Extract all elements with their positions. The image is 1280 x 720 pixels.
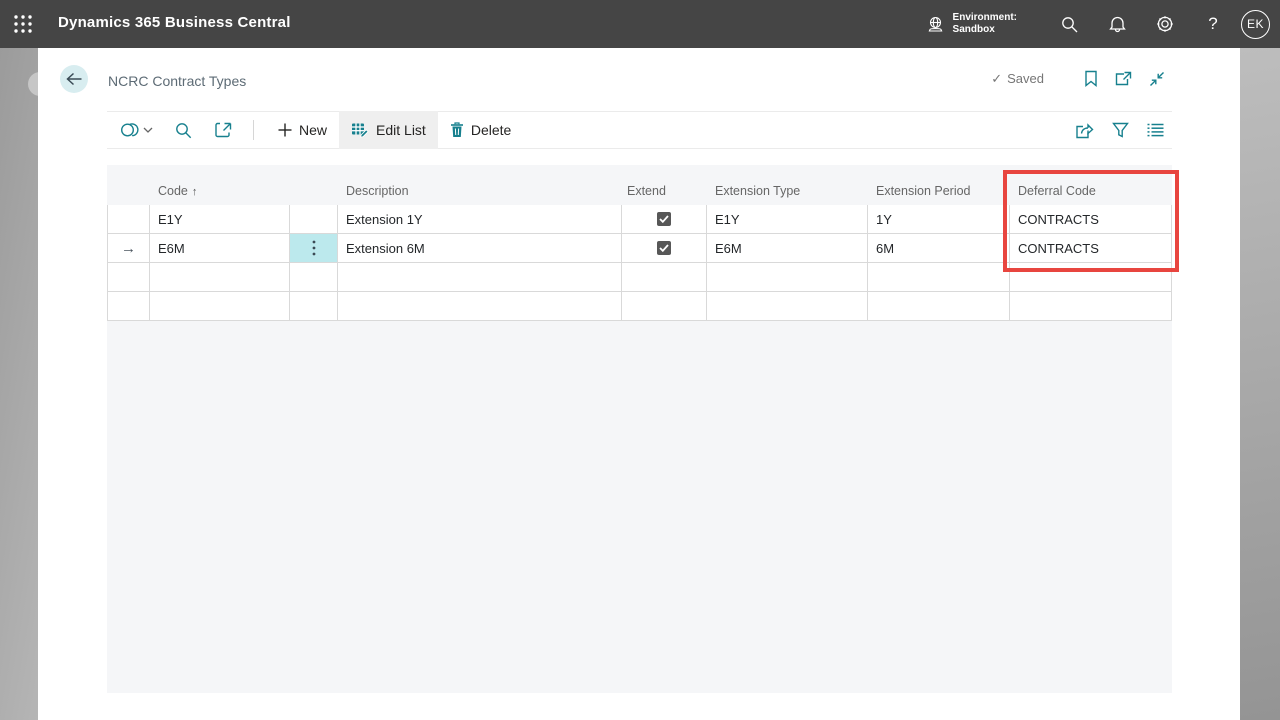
settings-gear-icon[interactable]: [1141, 0, 1189, 48]
edit-list-button-label: Edit List: [376, 122, 426, 138]
code-cell[interactable]: [150, 292, 290, 321]
notifications-bell-icon[interactable]: [1093, 0, 1141, 48]
views-icon: [120, 121, 140, 139]
extension-period-cell[interactable]: [868, 292, 1010, 321]
description-cell[interactable]: [338, 292, 622, 321]
header-extension-type[interactable]: Extension Type: [707, 184, 868, 205]
dimmed-background-left: [0, 48, 38, 720]
row-select-cell[interactable]: →: [107, 234, 150, 263]
new-button-label: New: [299, 122, 328, 138]
help-icon[interactable]: ?: [1189, 0, 1237, 48]
delete-button-label: Delete: [470, 122, 512, 138]
sort-ascending-icon: ↑: [191, 186, 198, 198]
description-cell[interactable]: Extension 6M: [338, 234, 622, 263]
list-panel: Code ↑ Description Extend Extension Type…: [107, 165, 1172, 693]
row-menu-cell[interactable]: [290, 263, 338, 292]
row-select-cell[interactable]: [107, 205, 150, 234]
open-in-new-window-icon[interactable]: [1115, 71, 1132, 86]
environment-name: Sandbox: [952, 24, 995, 35]
app-title: Dynamics 365 Business Central: [58, 14, 291, 31]
extension-period-cell[interactable]: 1Y: [868, 205, 1010, 234]
row-menu-dots-icon: [312, 240, 316, 256]
row-select-cell[interactable]: [107, 292, 150, 321]
save-status: ✓ Saved: [991, 71, 1044, 87]
description-cell[interactable]: [338, 263, 622, 292]
topbar-right-cluster: Environment: Sandbox ? EK: [926, 0, 1280, 48]
collapse-page-icon[interactable]: [1149, 71, 1165, 87]
row-select-cell[interactable]: [107, 263, 150, 292]
dimmed-background-right: [1240, 48, 1280, 720]
header-code[interactable]: Code ↑: [150, 184, 290, 205]
plus-icon: [278, 123, 292, 137]
checkbox-checked-icon[interactable]: [657, 212, 671, 226]
extend-cell[interactable]: [622, 205, 707, 234]
search-icon[interactable]: [1045, 0, 1093, 48]
app-launcher-icon[interactable]: [13, 14, 33, 34]
edit-list-icon: [351, 122, 369, 138]
back-button[interactable]: [60, 65, 88, 93]
row-menu-cell-active[interactable]: [290, 234, 338, 263]
views-selector[interactable]: [120, 121, 153, 139]
table-row: E1Y Extension 1Y E1Y 1Y CONTRACTS: [107, 205, 1172, 234]
row-menu-cell[interactable]: [290, 205, 338, 234]
table-row-empty: [107, 292, 1172, 321]
filter-icon[interactable]: [1112, 122, 1129, 138]
extension-type-cell[interactable]: [707, 263, 868, 292]
edit-list-button[interactable]: Edit List: [339, 111, 438, 149]
extend-cell[interactable]: [622, 263, 707, 292]
deferral-code-cell[interactable]: CONTRACTS: [1010, 205, 1172, 234]
page-header-actions: ✓ Saved: [991, 70, 1165, 87]
code-cell[interactable]: E6M: [150, 234, 290, 263]
header-select-column: [107, 198, 150, 205]
page-title: NCRC Contract Types: [108, 73, 247, 89]
environment-globe-icon: [926, 15, 945, 34]
list-options-icon[interactable]: [1147, 123, 1164, 137]
header-row-menu-column: [290, 198, 338, 205]
saved-check-icon: ✓: [991, 70, 1003, 86]
chevron-down-icon: [143, 127, 153, 133]
code-cell[interactable]: [150, 263, 290, 292]
checkbox-checked-icon[interactable]: [657, 241, 671, 255]
environment-selector[interactable]: Environment: Sandbox: [926, 12, 1017, 36]
table-row-empty: [107, 263, 1172, 292]
header-description[interactable]: Description: [338, 184, 622, 205]
table-header-row: Code ↑ Description Extend Extension Type…: [107, 165, 1172, 205]
deferral-code-cell[interactable]: [1010, 263, 1172, 292]
page-stage: NCRC Contract Types ✓ Saved New Edit Lis…: [0, 48, 1280, 720]
environment-label: Environment:: [952, 12, 1017, 23]
ncrc-contract-types-page: NCRC Contract Types ✓ Saved New Edit Lis…: [38, 48, 1240, 720]
extend-cell[interactable]: [622, 234, 707, 263]
help-glyph: ?: [1208, 14, 1218, 33]
table-row-current: → E6M Extension 6M E6M 6M CONTRACTS: [107, 234, 1172, 263]
top-navigation-bar: Dynamics 365 Business Central Environmen…: [0, 0, 1280, 48]
header-deferral-code[interactable]: Deferral Code: [1010, 184, 1172, 205]
environment-text: Environment: Sandbox: [953, 12, 1017, 36]
action-bar-right: [1057, 122, 1172, 139]
extension-period-cell[interactable]: 6M: [868, 234, 1010, 263]
focus-mode-icon[interactable]: [214, 121, 233, 139]
extension-type-cell[interactable]: E1Y: [707, 205, 868, 234]
toolbar-divider: [253, 120, 254, 140]
search-list-icon[interactable]: [175, 122, 192, 139]
saved-label: Saved: [1007, 71, 1044, 86]
extension-period-cell[interactable]: [868, 263, 1010, 292]
current-row-arrow-icon: →: [121, 239, 136, 257]
description-cell[interactable]: Extension 1Y: [338, 205, 622, 234]
deferral-code-cell[interactable]: [1010, 292, 1172, 321]
header-extend[interactable]: Extend: [622, 184, 707, 205]
new-button[interactable]: New: [266, 111, 339, 149]
header-extension-period[interactable]: Extension Period: [868, 184, 1010, 205]
delete-button[interactable]: Delete: [438, 111, 523, 149]
action-bar: New Edit List Delete: [107, 111, 1172, 149]
share-icon[interactable]: [1075, 122, 1094, 139]
row-menu-cell[interactable]: [290, 292, 338, 321]
extend-cell[interactable]: [622, 292, 707, 321]
bookmark-icon[interactable]: [1084, 70, 1098, 87]
deferral-code-cell[interactable]: CONTRACTS: [1010, 234, 1172, 263]
extension-type-cell[interactable]: E6M: [707, 234, 868, 263]
trash-icon: [450, 122, 464, 138]
extension-type-cell[interactable]: [707, 292, 868, 321]
user-avatar[interactable]: EK: [1241, 9, 1270, 39]
code-cell[interactable]: E1Y: [150, 205, 290, 234]
